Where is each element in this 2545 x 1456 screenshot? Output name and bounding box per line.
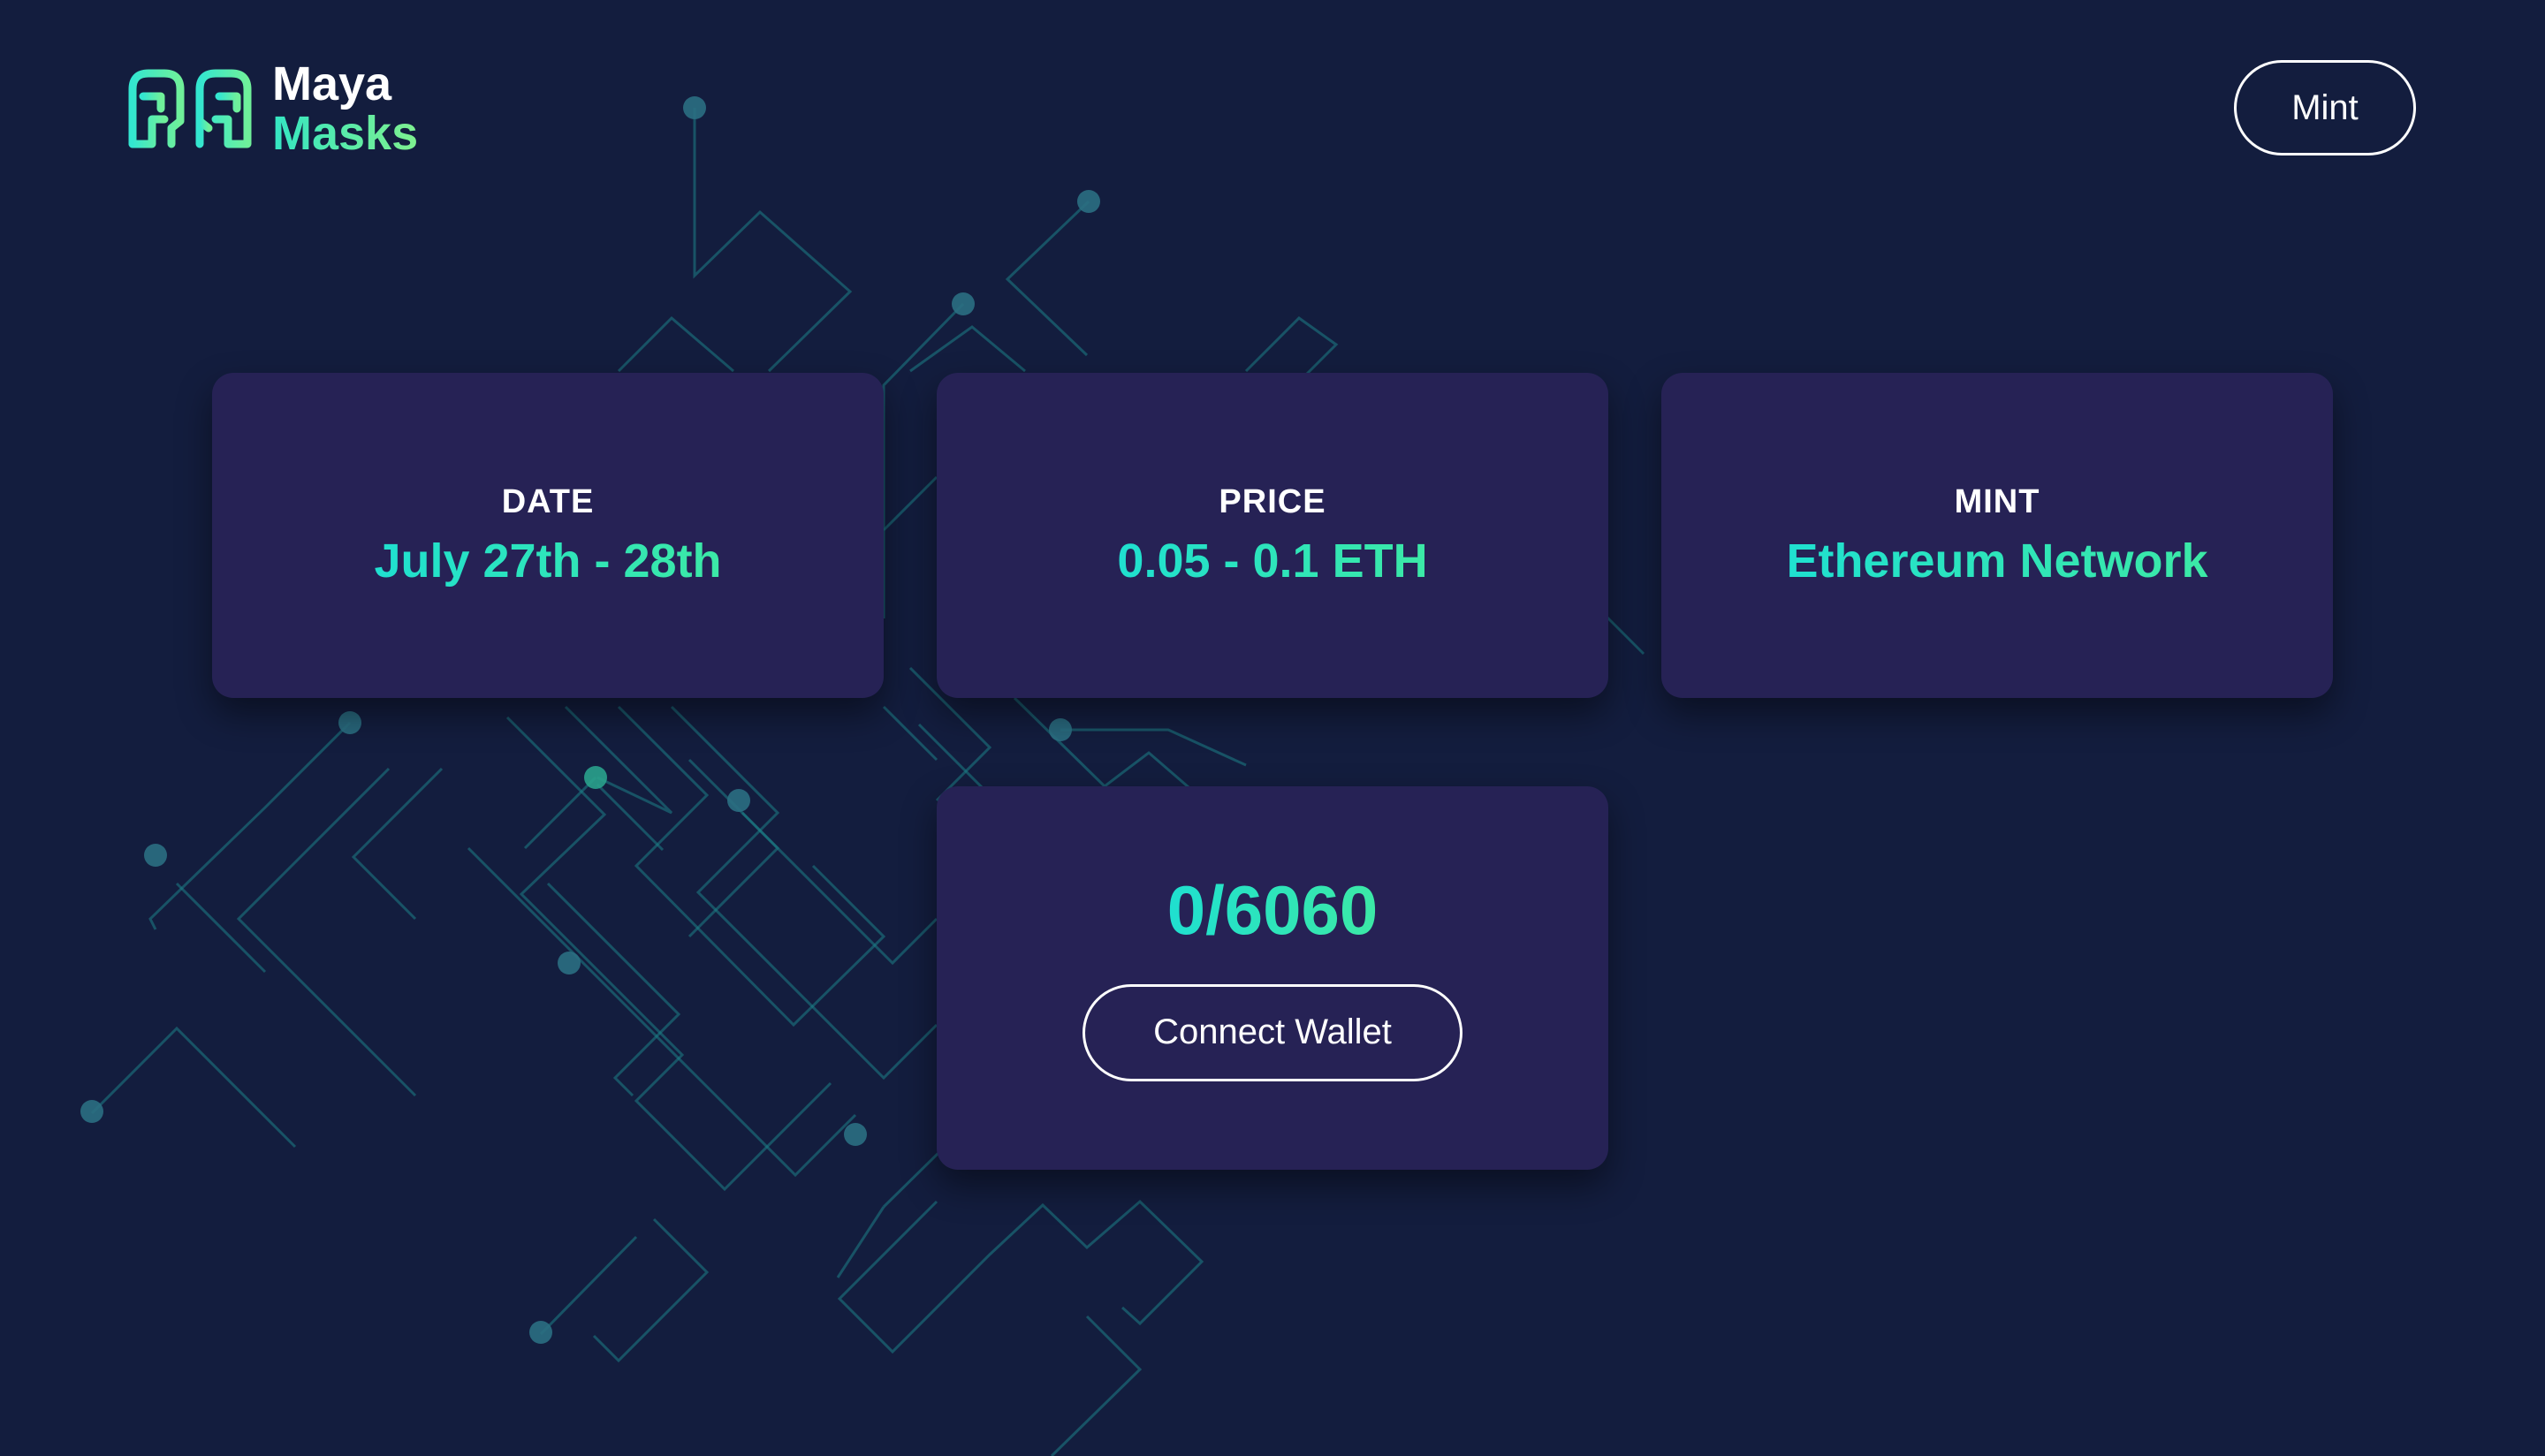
mint-network-label: MINT xyxy=(1954,482,2040,520)
brand-name-line1: Maya xyxy=(272,57,392,110)
mint-network-card: MINT Ethereum Network xyxy=(1661,373,2333,698)
price-value: 0.05 - 0.1 ETH xyxy=(1117,534,1428,588)
date-label: DATE xyxy=(501,482,595,520)
date-card: DATE July 27th - 28th xyxy=(212,373,884,698)
brand-logo[interactable]: Maya Masks xyxy=(125,60,418,157)
mint-nav-button[interactable]: Mint xyxy=(2234,60,2416,155)
connect-wallet-button[interactable]: Connect Wallet xyxy=(1083,983,1462,1081)
price-card: PRICE 0.05 - 0.1 ETH xyxy=(937,373,1608,698)
minted-count: 0/6060 xyxy=(1166,870,1379,949)
price-label: PRICE xyxy=(1219,482,1326,520)
mint-counter-card: 0/6060 Connect Wallet xyxy=(937,786,1608,1170)
brand-name-line2: Masks xyxy=(272,107,419,160)
maya-mask-logo-icon xyxy=(128,69,252,148)
mint-network-value: Ethereum Network xyxy=(1786,534,2208,588)
brand-name: Maya Masks xyxy=(272,60,418,157)
date-value: July 27th - 28th xyxy=(374,534,722,588)
circuit-background xyxy=(80,96,1645,1456)
